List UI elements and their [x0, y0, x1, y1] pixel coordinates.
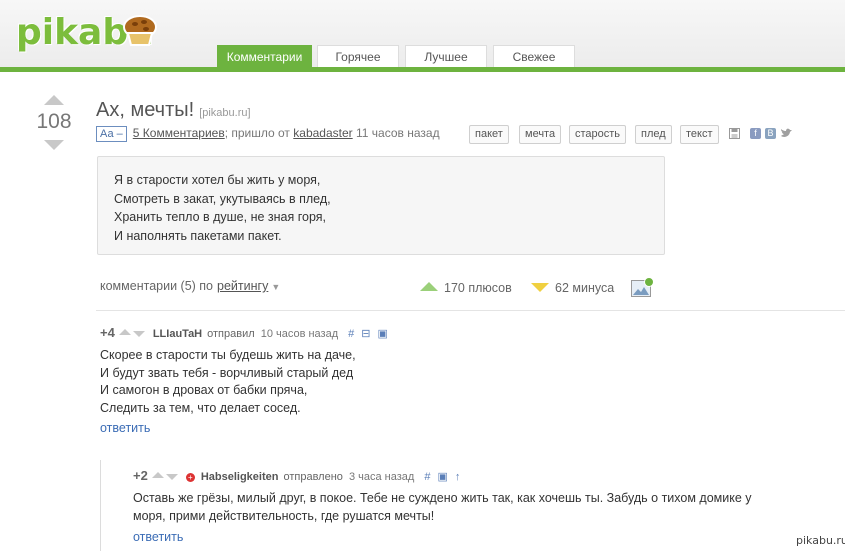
watermark: pikabu.ru [796, 534, 845, 547]
comment-author[interactable]: LLIauTaH [153, 328, 202, 340]
comment-score: +4 [100, 325, 115, 340]
sort-by-rating[interactable]: рейтингу [217, 279, 268, 293]
vkontakte-icon[interactable]: B [765, 128, 776, 139]
post-rating: 108 [33, 95, 75, 150]
comment-author[interactable]: Habseligkeiten [201, 471, 279, 483]
poem-line: И наполнять пакетами пакет. [114, 228, 282, 243]
comment-score: +2 [133, 468, 148, 483]
permalink-icon[interactable]: # [424, 471, 430, 483]
downvote-arrow-icon[interactable] [44, 140, 64, 150]
author-link[interactable]: kabadaster [293, 126, 352, 140]
twitter-icon[interactable] [780, 128, 793, 139]
comment-body: Скорее в старости ты будешь жить на даче… [100, 347, 356, 417]
comment-header: +4 LLIauTaH отправил 10 часов назад # ⊟ ▣ [100, 325, 395, 340]
comment-downvote-icon[interactable] [165, 474, 178, 480]
collapse-icon[interactable]: ⊟ [361, 328, 370, 340]
comment-time: 3 часа назад [348, 471, 415, 483]
save-icon[interactable] [729, 128, 740, 139]
poem-line: Хранить тепло в душе, не зная горя, [114, 210, 327, 224]
chevron-down-icon[interactable]: ▼ [271, 282, 280, 292]
tab-comments[interactable]: Комментарии [217, 45, 312, 68]
tag-text[interactable]: текст [680, 125, 719, 144]
comment-line: Скорее в старости ты будешь жить на даче… [100, 348, 356, 362]
header-divider [0, 67, 845, 72]
post-source: [pikabu.ru] [199, 107, 251, 119]
post-title-text[interactable]: Ах, мечты! [96, 99, 194, 121]
tab-new[interactable]: Свежее [493, 45, 575, 68]
comments-divider [96, 310, 845, 311]
comments-count-label: комментарии (5) по [100, 279, 214, 293]
poem-line: Смотреть в закат, укутываясь в плед, [114, 191, 331, 206]
minus-arrow-icon [531, 283, 549, 292]
from-text: ; пришло от [224, 126, 290, 140]
comments-count-link[interactable]: 5 Комментариев [133, 126, 225, 140]
user-flag-icon: + [185, 473, 195, 482]
save-comment-icon[interactable]: ▣ [377, 328, 387, 340]
plus-arrow-icon [420, 282, 438, 291]
tab-best[interactable]: Лучшее [405, 45, 487, 68]
minuses-stat: 62 минуса [531, 281, 614, 295]
comment-time: 10 часов назад [260, 328, 339, 340]
comment-line: моря, прими действительность, где рушатс… [133, 508, 435, 523]
comment-action: отправил [207, 328, 255, 340]
comments-header: комментарии (5) по рейтингу ▼ [100, 279, 280, 293]
image-toggle-icon[interactable] [631, 277, 654, 297]
muffin-logo-icon [123, 15, 157, 46]
comment-line: И самогон в дровах от бабки пряча, [100, 383, 308, 397]
comment-upvote-icon[interactable] [151, 472, 164, 478]
comment-line: Оставь же грёзы, милый друг, в покое. Те… [133, 491, 752, 505]
save-comment-icon[interactable]: ▣ [437, 471, 447, 483]
comment-upvote-icon[interactable] [118, 329, 131, 335]
poem-line: Я в старости хотел бы жить у моря, [114, 173, 321, 187]
reply-link[interactable]: ответить [100, 421, 150, 435]
minuses-count: 62 минуса [555, 281, 615, 295]
post-time: 11 часов назад [356, 126, 440, 140]
tag-packet[interactable]: пакет [469, 125, 509, 144]
nested-thread-line [100, 460, 101, 551]
tag-old-age[interactable]: старость [569, 125, 627, 144]
rating-value: 108 [36, 110, 72, 133]
permalink-icon[interactable]: # [348, 328, 354, 340]
pluses-stat: 170 плюсов [420, 281, 512, 295]
comment-action: отправлено [283, 471, 343, 483]
facebook-icon[interactable]: f [750, 128, 761, 139]
comment-downvote-icon[interactable] [132, 331, 145, 337]
comment-line: И будут звать тебя - ворчливый старый де… [100, 365, 354, 380]
comment-header: +2 + Habseligkeiten отправлено 3 часа назад… [133, 468, 467, 483]
comment-line: Следить за тем, что делает сосед. [100, 400, 301, 415]
pluses-count: 170 плюсов [444, 281, 512, 295]
post-title[interactable]: Ах, мечты! [pikabu.ru] [96, 99, 251, 122]
reply-link[interactable]: ответить [133, 530, 183, 544]
post-meta: Аа – 5 Комментариев; пришло от kabadaster… [96, 126, 440, 142]
tag-dream[interactable]: мечта [519, 125, 562, 144]
post-content: Я в старости хотел бы жить у моря, Смотр… [97, 156, 665, 255]
parent-arrow-icon[interactable]: ↑ [455, 471, 461, 483]
text-size-toggle[interactable]: Аа – [96, 126, 127, 142]
tag-blanket[interactable]: плед [635, 125, 672, 144]
comment-body: Оставь же грёзы, милый друг, в покое. Те… [133, 490, 752, 525]
upvote-arrow-icon[interactable] [44, 95, 64, 105]
tab-hot[interactable]: Горячее [317, 45, 399, 68]
